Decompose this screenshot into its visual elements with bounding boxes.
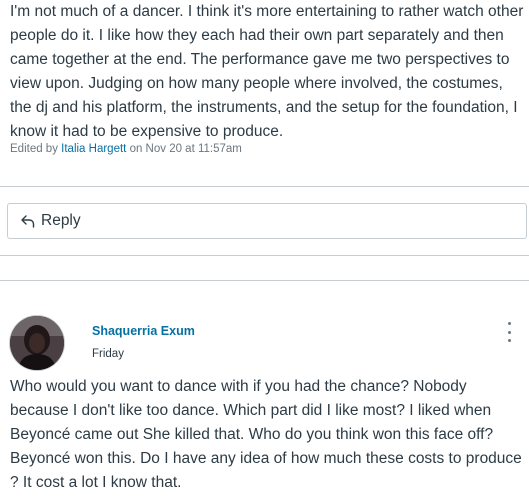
divider: [0, 186, 529, 187]
post-body: I'm not much of a dancer. I think it's m…: [10, 3, 524, 140]
divider: [0, 255, 529, 256]
reply-button[interactable]: Reply: [7, 203, 527, 239]
avatar[interactable]: [10, 316, 64, 370]
avatar-image: [10, 316, 64, 370]
kebab-menu-icon[interactable]: [501, 322, 517, 342]
reply-body: Who would you want to dance with if you …: [10, 378, 522, 491]
reply-author-link[interactable]: Shaquerria Exum: [92, 324, 195, 338]
editor-link[interactable]: Italia Hargett: [61, 143, 126, 155]
edited-by-line: Edited by Italia Hargett on Nov 20 at 11…: [10, 143, 242, 155]
edited-timestamp: on Nov 20 at 11:57am: [129, 143, 242, 155]
divider: [0, 280, 529, 281]
reply-button-label: Reply: [41, 212, 81, 229]
reply-date: Friday: [92, 348, 124, 360]
edited-prefix: Edited by: [10, 143, 58, 155]
reply-arrow-icon: [21, 215, 35, 228]
